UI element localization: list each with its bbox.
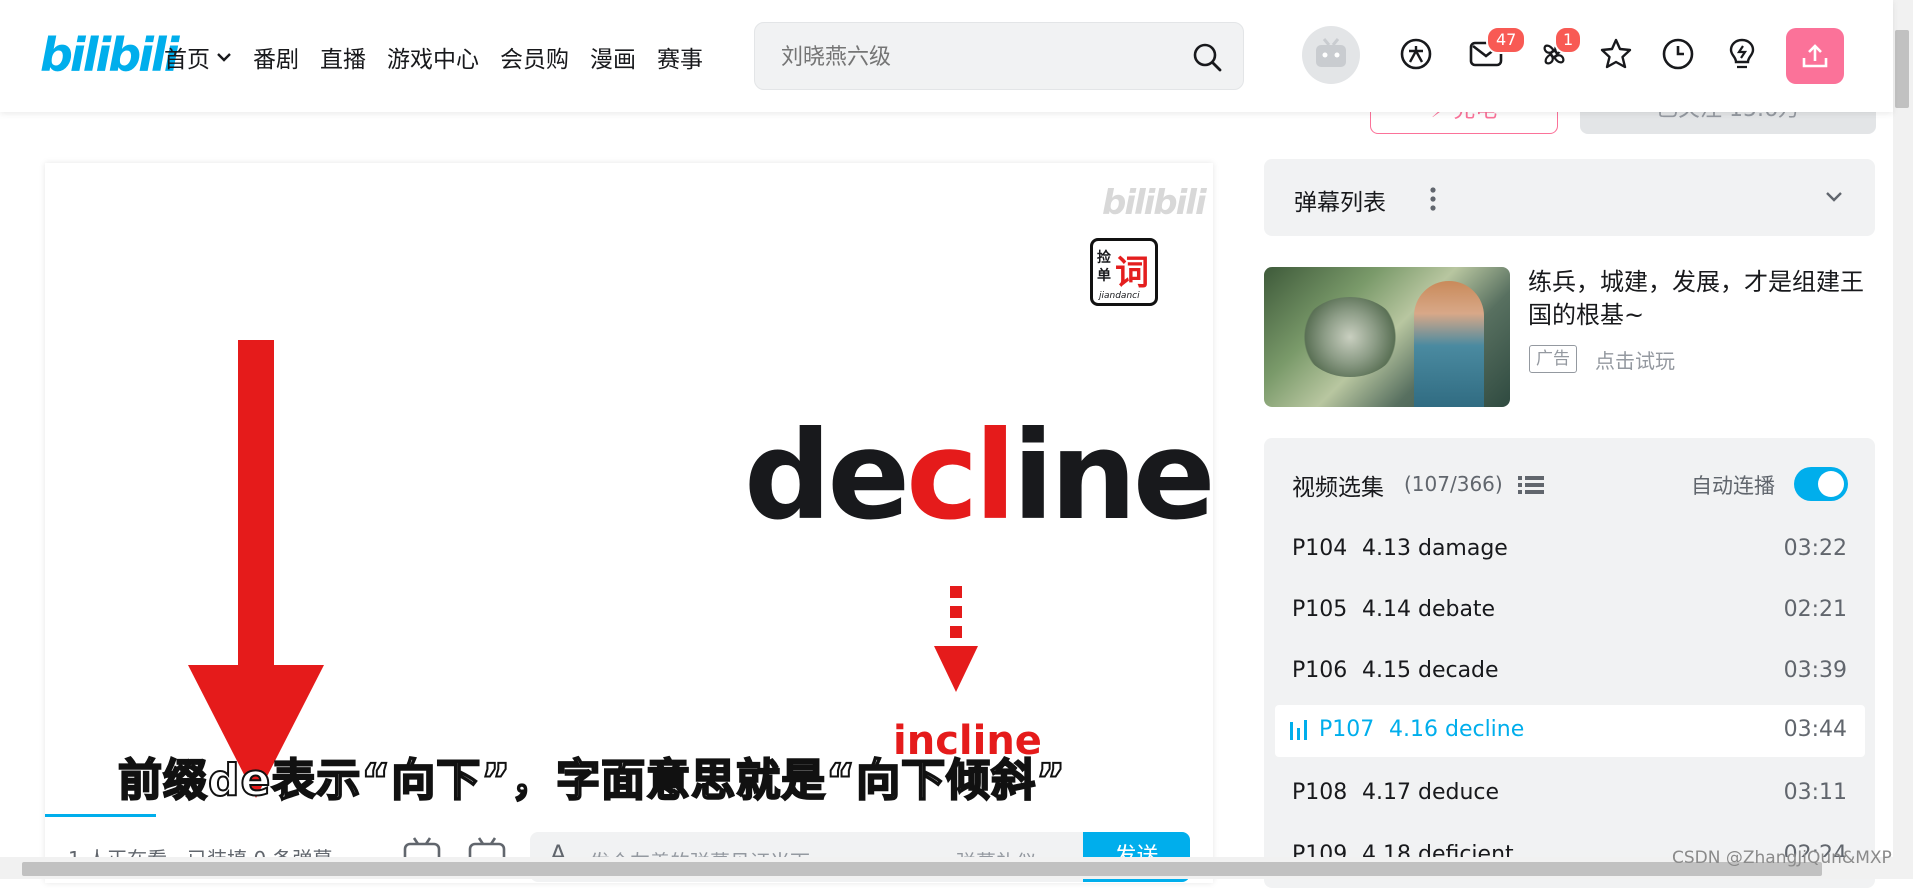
- search-icon[interactable]: [1191, 41, 1223, 73]
- vertical-scrollbar[interactable]: [1893, 0, 1913, 879]
- episode-code: P106: [1292, 658, 1348, 683]
- ad-image[interactable]: [1264, 267, 1510, 407]
- episode-name: 4.17 deduce: [1362, 780, 1500, 805]
- playlist-count: (107/366): [1404, 472, 1503, 496]
- nav-anime[interactable]: 番剧: [253, 40, 299, 74]
- episode-duration: 02:21: [1783, 597, 1847, 622]
- upload-button[interactable]: [1786, 28, 1844, 84]
- chevron-down-icon[interactable]: [1823, 185, 1845, 207]
- ad-tag: 广告: [1529, 345, 1577, 373]
- episode-item[interactable]: P108 4.17 deduce 03:11: [1275, 768, 1865, 818]
- search-box: [754, 22, 1244, 90]
- ad-character-art: [1414, 281, 1484, 407]
- nav-esports[interactable]: 赛事: [657, 40, 703, 74]
- nav-live[interactable]: 直播: [320, 40, 366, 74]
- episode-name: 4.14 debate: [1362, 597, 1496, 622]
- episode-code: P109: [1292, 842, 1348, 857]
- ad-title[interactable]: 练兵，城建，发展，才是组建王国的根基~: [1528, 266, 1878, 332]
- channel-logo-big: 词: [1115, 253, 1149, 293]
- channel-logo: 捡单 词 jiandanci: [1090, 238, 1158, 306]
- video-subtitle: 前缀de表示“向下”，字面意思就是“向下倾斜”: [117, 754, 1067, 807]
- main-nav: 首页 番剧 直播 游戏中心 会员购 漫画 赛事: [164, 40, 724, 74]
- vip-icon[interactable]: [1398, 36, 1434, 72]
- episode-code: P107: [1319, 717, 1375, 742]
- tv-avatar-icon: [1316, 38, 1346, 67]
- top-header: bilibili 首页 番剧 直播 游戏中心 会员购 漫画 赛事 47 1: [0, 0, 1893, 112]
- message-badge: 47: [1486, 26, 1527, 54]
- autoplay-toggle[interactable]: [1794, 467, 1848, 501]
- video-progress-bar[interactable]: [45, 814, 156, 817]
- playlist-title: 视频选集: [1292, 475, 1384, 501]
- episode-name: 4.16 decline: [1389, 717, 1525, 742]
- ad-castle-art: [1300, 297, 1400, 377]
- word-suffix: ine: [1012, 405, 1215, 547]
- favorite-star-icon[interactable]: [1598, 36, 1634, 72]
- channel-logo-small: 捡单: [1097, 250, 1111, 284]
- word-highlight: cl: [906, 405, 1016, 547]
- vertical-scroll-thumb[interactable]: [1895, 30, 1909, 108]
- nav-mall[interactable]: 会员购: [500, 40, 569, 74]
- dotted-arrow-icon: [934, 586, 978, 692]
- episode-item[interactable]: P106 4.15 decade 03:39: [1275, 646, 1865, 696]
- down-arrow-icon: [188, 340, 324, 798]
- episode-name: 4.13 damage: [1362, 536, 1508, 561]
- creator-bulb-icon[interactable]: [1724, 36, 1760, 72]
- list-view-icon[interactable]: [1518, 474, 1544, 496]
- episode-code: P105: [1292, 597, 1348, 622]
- ad-action-link[interactable]: 点击试玩: [1595, 345, 1675, 374]
- danmaku-list-title: 弹幕列表: [1294, 190, 1386, 216]
- episode-duration: 03:11: [1783, 780, 1847, 805]
- nav-home-label: 首页: [164, 47, 210, 73]
- dynamic-badge: 1: [1554, 26, 1583, 54]
- episode-duration: 03:39: [1783, 658, 1847, 683]
- upload-icon: [1802, 44, 1828, 68]
- more-dots-icon[interactable]: [1428, 185, 1438, 213]
- autoplay-label: 自动连播: [1691, 474, 1775, 498]
- episode-duration: 03:22: [1783, 536, 1847, 561]
- search-input[interactable]: [779, 39, 1183, 75]
- nav-manga[interactable]: 漫画: [590, 40, 636, 74]
- csdn-watermark: CSDN @ZhangJiQun&MXP: [1672, 848, 1892, 868]
- history-clock-icon[interactable]: [1660, 36, 1696, 72]
- word-prefix: de: [744, 405, 910, 547]
- episode-item[interactable]: P104 4.13 damage 03:22: [1275, 524, 1865, 574]
- video-word: decline: [744, 405, 1216, 547]
- nav-game-center[interactable]: 游戏中心: [387, 40, 479, 74]
- horizontal-scroll-thumb[interactable]: [22, 862, 1822, 876]
- episode-item[interactable]: P105 4.14 debate 02:21: [1275, 585, 1865, 635]
- episode-name: 4.18 deficient: [1362, 842, 1514, 857]
- video-watermark: bilibili: [1102, 183, 1207, 223]
- episode-duration: 03:44: [1783, 717, 1847, 742]
- nav-home[interactable]: 首页: [164, 40, 232, 74]
- channel-logo-pinyin: jiandanci: [1099, 291, 1140, 301]
- bilibili-logo[interactable]: bilibili: [40, 28, 179, 82]
- episode-code: P108: [1292, 780, 1348, 805]
- episode-name: 4.15 decade: [1362, 658, 1499, 683]
- playing-bars-icon: [1290, 720, 1307, 740]
- chevron-down-icon: [217, 53, 231, 62]
- episode-item-active[interactable]: P107 4.16 decline 03:44: [1275, 705, 1865, 757]
- avatar[interactable]: [1302, 26, 1360, 84]
- danmaku-list-header[interactable]: 弹幕列表: [1264, 159, 1875, 236]
- episode-code: P104: [1292, 536, 1348, 561]
